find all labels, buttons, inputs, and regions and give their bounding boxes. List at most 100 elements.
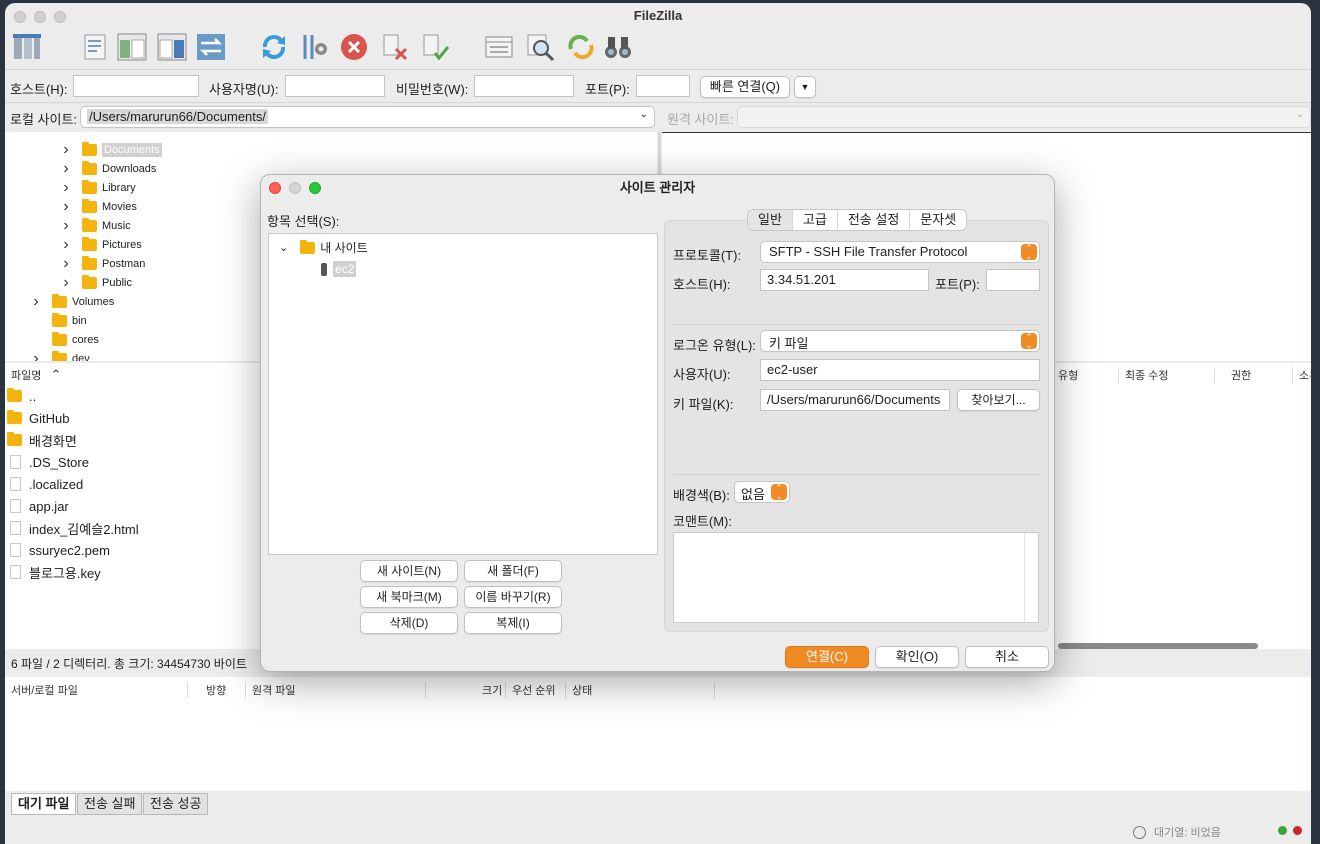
speed-limit-icon[interactable]	[1133, 825, 1146, 839]
site-tree[interactable]: ⌄ 내 사이트 ec2	[268, 233, 658, 555]
comment-scrollbar[interactable]	[1024, 533, 1038, 622]
tab-charset[interactable]: 문자셋	[910, 210, 966, 230]
tree-item-cores[interactable]: cores	[30, 330, 99, 349]
file-row[interactable]: .DS_Store	[7, 451, 89, 473]
tab-advanced[interactable]: 고급	[793, 210, 838, 230]
disconnect-icon[interactable]	[379, 31, 411, 63]
host-input[interactable]	[73, 75, 199, 97]
file-row[interactable]: 블로그용.key	[7, 561, 101, 583]
file-row[interactable]: app.jar	[7, 495, 69, 517]
type-column-header[interactable]: 유형	[1058, 367, 1078, 383]
chevron-right-icon[interactable]: ›	[30, 293, 42, 311]
zoom-window-button[interactable]	[54, 11, 66, 23]
tree-item-public[interactable]: › Public	[60, 273, 132, 292]
search-icon[interactable]	[524, 31, 556, 63]
duplicate-button[interactable]: 복제(I)	[464, 612, 562, 634]
modified-column-header[interactable]: 최종 수정	[1118, 367, 1169, 383]
tab-failed-transfers[interactable]: 전송 실패	[77, 793, 143, 815]
tree-item-my-sites[interactable]: ⌄ 내 사이트	[279, 239, 368, 256]
message-log-icon[interactable]	[79, 31, 111, 63]
new-site-button[interactable]: 새 사이트(N)	[360, 560, 458, 582]
queue-direction-column-header[interactable]: 방향	[187, 682, 226, 698]
sync-browse-icon[interactable]	[565, 31, 597, 63]
site-manager-icon[interactable]	[11, 31, 43, 63]
directory-listing-filter-icon[interactable]	[483, 31, 515, 63]
tab-queued-files[interactable]: 대기 파일	[11, 793, 77, 815]
tree-item-music[interactable]: › Music	[60, 216, 130, 235]
horizontal-scrollbar[interactable]	[1058, 643, 1258, 649]
refresh-icon[interactable]	[258, 31, 290, 63]
connect-button[interactable]: 연결(C)	[785, 646, 869, 668]
host-field[interactable]: 3.34.51.201	[760, 269, 929, 291]
remote-tree-icon[interactable]	[156, 31, 188, 63]
transfer-queue-icon[interactable]	[195, 31, 227, 63]
cancel-operation-icon[interactable]	[338, 31, 370, 63]
keyfile-field[interactable]: /Users/marurun66/Documents	[760, 389, 950, 411]
chevron-right-icon[interactable]: ›	[60, 141, 72, 159]
browse-button[interactable]: 찾아보기...	[957, 389, 1040, 411]
username-input[interactable]	[285, 75, 385, 97]
delete-button[interactable]: 삭제(D)	[360, 612, 458, 634]
minimize-window-button[interactable]	[34, 11, 46, 23]
tree-item-movies[interactable]: › Movies	[60, 197, 137, 216]
owner-column-header[interactable]: 소유	[1292, 367, 1311, 383]
tree-item-library[interactable]: › Library	[60, 178, 135, 197]
bgcolor-select[interactable]: 없음 ⌃ ⌄	[734, 481, 790, 503]
chevron-right-icon[interactable]: ›	[30, 350, 42, 362]
quickconnect-button[interactable]: 빠른 연결(Q)	[700, 76, 790, 98]
tree-item-bin[interactable]: bin	[30, 311, 87, 330]
tree-item-ec2[interactable]: ec2	[321, 261, 357, 277]
tree-item-pictures[interactable]: › Pictures	[60, 235, 141, 254]
tree-item-postman[interactable]: › Postman	[60, 254, 145, 273]
ok-button[interactable]: 확인(O)	[875, 646, 959, 668]
chevron-right-icon[interactable]: ›	[60, 274, 72, 292]
filename-column-header[interactable]: 파일명 ⌃	[11, 367, 61, 383]
comment-textarea[interactable]	[673, 532, 1039, 623]
queue-remote-column-header[interactable]: 원격 파일	[245, 682, 296, 698]
tree-item-downloads[interactable]: › Downloads	[60, 159, 156, 178]
chevron-right-icon[interactable]: ›	[60, 198, 72, 216]
tab-transfer-settings[interactable]: 전송 설정	[838, 210, 911, 230]
logon-type-select[interactable]: 키 파일 ⌃ ⌄	[760, 330, 1040, 352]
queue-priority-column-header[interactable]: 우선 순위	[505, 682, 556, 698]
new-bookmark-button[interactable]: 새 북마크(M)	[360, 586, 458, 608]
tab-general[interactable]: 일반	[748, 210, 793, 230]
tree-item-dev[interactable]: › dev	[30, 349, 90, 361]
remote-path-select[interactable]: ⌄	[737, 106, 1311, 128]
transfer-queue[interactable]: 서버/로컬 파일 방향 원격 파일 크기 우선 순위 상태	[5, 677, 1311, 791]
chevron-right-icon[interactable]: ›	[60, 217, 72, 235]
dialog-close-button[interactable]	[269, 182, 281, 194]
user-field[interactable]: ec2-user	[760, 359, 1040, 381]
chevron-right-icon[interactable]: ›	[60, 255, 72, 273]
port-input[interactable]	[636, 75, 690, 97]
cancel-button[interactable]: 취소	[965, 646, 1049, 668]
file-row[interactable]: GitHub	[7, 407, 69, 429]
port-field[interactable]	[986, 269, 1040, 291]
file-row[interactable]: 배경화면	[7, 429, 77, 451]
file-row[interactable]: .localized	[7, 473, 83, 495]
new-folder-button[interactable]: 새 폴더(F)	[464, 560, 562, 582]
queue-size-column-header[interactable]: 크기	[425, 682, 502, 698]
quickconnect-dropdown-icon[interactable]: ▼	[794, 76, 816, 98]
chevron-right-icon[interactable]: ›	[60, 179, 72, 197]
permissions-column-header[interactable]: 권한	[1214, 367, 1251, 383]
dialog-minimize-button[interactable]	[289, 182, 301, 194]
dialog-zoom-button[interactable]	[309, 182, 321, 194]
local-tree-icon[interactable]	[116, 31, 148, 63]
tab-successful-transfers[interactable]: 전송 성공	[143, 793, 209, 815]
file-row[interactable]: ssuryec2.pem	[7, 539, 110, 561]
file-row[interactable]: index_김예슬2.html	[7, 517, 139, 539]
chevron-right-icon[interactable]: ›	[60, 236, 72, 254]
rename-button[interactable]: 이름 바꾸기(R)	[464, 586, 562, 608]
file-row[interactable]: ..	[7, 385, 36, 407]
close-window-button[interactable]	[14, 11, 26, 23]
filter-icon[interactable]	[298, 31, 330, 63]
reconnect-icon[interactable]	[419, 31, 451, 63]
local-path-select[interactable]: /Users/marurun66/Documents/ ⌄	[80, 106, 655, 128]
binoculars-icon[interactable]	[602, 31, 634, 63]
password-input[interactable]	[474, 75, 574, 97]
queue-local-column-header[interactable]: 서버/로컬 파일	[11, 682, 78, 698]
protocol-select[interactable]: SFTP - SSH File Transfer Protocol ⌃ ⌄	[760, 241, 1040, 263]
chevron-right-icon[interactable]: ›	[60, 160, 72, 178]
tree-item-documents[interactable]: › Documents	[60, 140, 162, 159]
